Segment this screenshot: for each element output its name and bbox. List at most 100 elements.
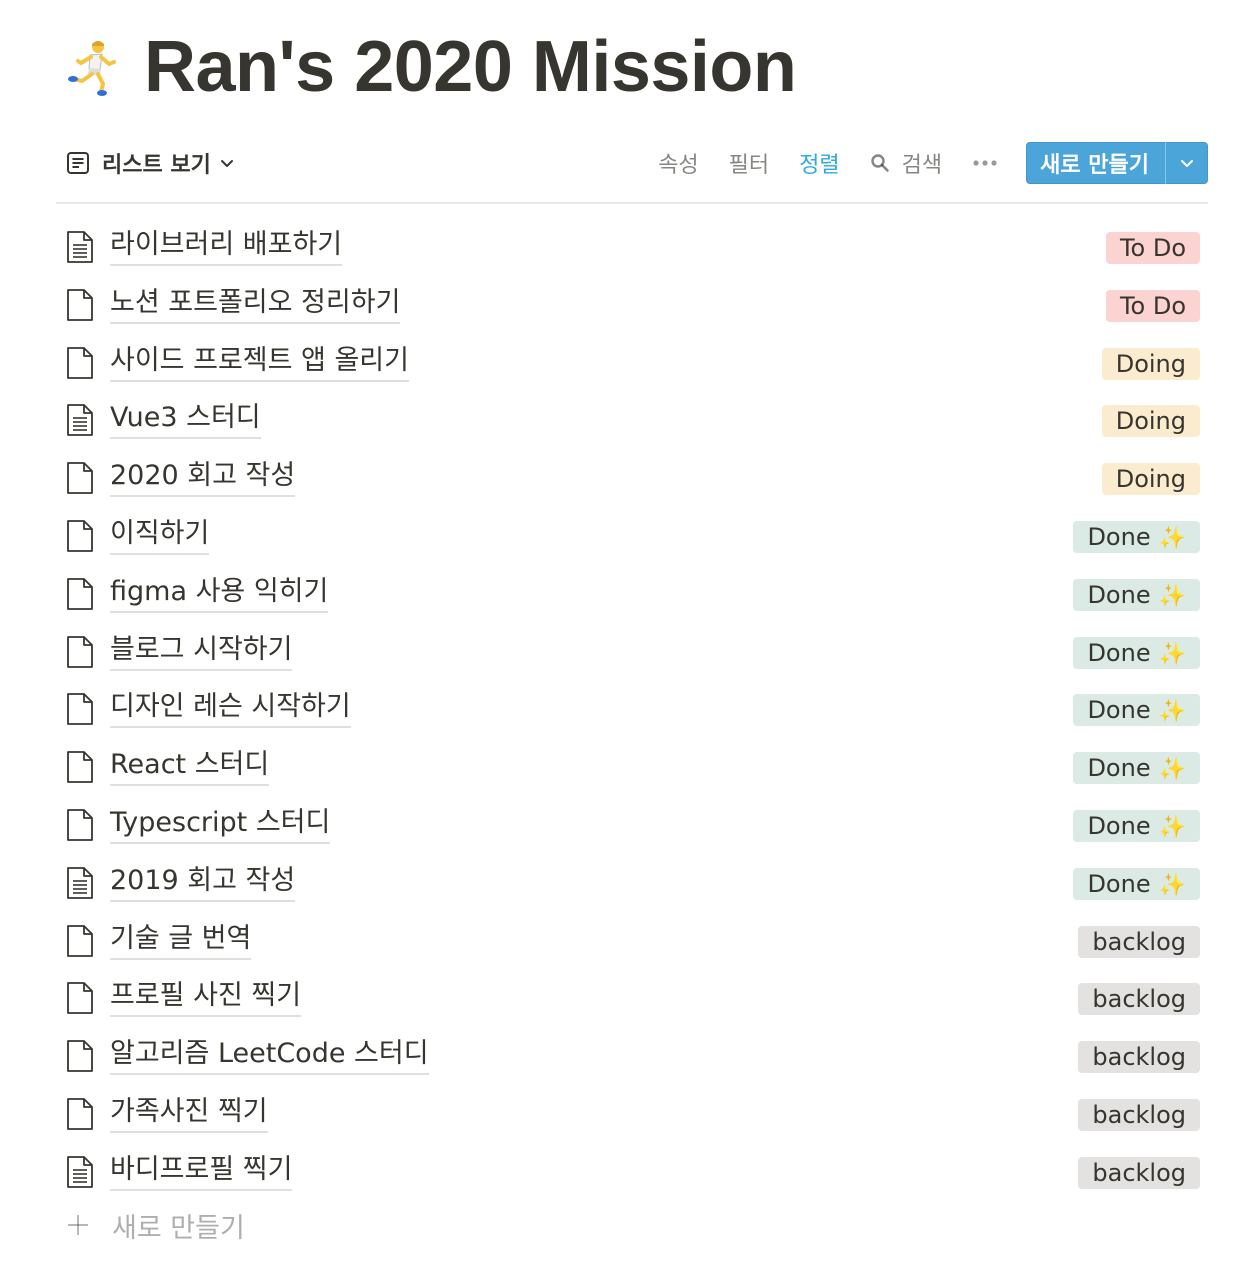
more-options-icon[interactable] [972,159,998,167]
empty-page-icon [67,924,93,957]
status-label: Done [1087,811,1151,840]
item-title[interactable]: 바디프로필 찍기 [110,1151,293,1191]
sparkles-icon: ✨ [1158,525,1186,551]
view-switcher[interactable]: 리스트 보기 [66,146,235,180]
list-item[interactable]: 바디프로필 찍기 backlog [56,1145,1208,1203]
item-title[interactable]: 사이드 프로젝트 앱 올리기 [110,342,409,382]
list-item[interactable]: 라이브러리 배포하기 To Do [56,220,1208,278]
list-item[interactable]: 알고리즘 LeetCode 스터디 backlog [56,1029,1208,1087]
status-tag: Done ✨ [1073,694,1200,727]
sparkles-icon: ✨ [1158,699,1186,725]
status-tag: Done ✨ [1073,636,1200,669]
add-new-label: 새로 만들기 [112,1212,245,1244]
item-title[interactable]: 2020 회고 작성 [110,457,296,498]
status-tag: To Do [1105,289,1200,322]
filter-button[interactable]: 필터 [729,147,769,179]
sparkles-icon: ✨ [1158,814,1186,840]
status-tag: Done ✨ [1073,752,1200,785]
page-with-text-icon [67,231,93,263]
list-item[interactable]: 가족사진 찍기 backlog [56,1087,1208,1145]
empty-page-icon [67,1098,93,1130]
item-title[interactable]: 라이브러리 배포하기 [110,226,343,266]
status-label: backlog [1092,985,1186,1014]
empty-page-icon [67,635,93,668]
item-title[interactable]: 기술 글 번역 [110,920,252,960]
list-item[interactable]: 사이드 프로젝트 앱 올리기 Doing [56,336,1208,394]
item-title[interactable]: 블로그 시작하기 [110,631,293,671]
sparkles-icon: ✨ [1158,757,1186,783]
list-item[interactable]: 2020 회고 작성 Doing [56,451,1208,509]
empty-page-icon [67,288,93,321]
status-label: Done [1087,754,1151,783]
status-tag: Done ✨ [1073,520,1200,553]
chevron-down-icon [1181,160,1193,167]
item-title[interactable]: React 스터디 [110,746,270,787]
sort-button[interactable]: 정렬 [799,147,839,179]
status-label: To Do [1119,291,1186,320]
status-tag: backlog [1078,1041,1200,1074]
item-title[interactable]: 알고리즘 LeetCode 스터디 [110,1035,429,1076]
page-header: Ran's 2020 Mission [62,22,797,112]
list-item[interactable]: Vue3 스터디 Doing [56,393,1208,451]
status-label: Done [1087,869,1151,898]
empty-page-icon [67,577,93,610]
status-label: backlog [1092,1158,1186,1187]
item-title[interactable]: Vue3 스터디 [110,399,261,440]
item-title[interactable]: 디자인 레슨 시작하기 [110,688,351,729]
toolbar-actions: 속성 필터 정렬 검색 새로 만들기 [658,142,1208,184]
empty-page-icon [67,809,93,841]
status-label: backlog [1092,1100,1186,1129]
empty-page-icon [67,520,93,552]
status-label: Done [1087,696,1151,725]
database-toolbar: 리스트 보기 속성 필터 정렬 검색 새로 만들기 [56,140,1208,186]
new-button-group: 새로 만들기 [1026,142,1208,184]
item-title[interactable]: 2019 회고 작성 [110,862,296,902]
status-label: backlog [1092,927,1186,956]
new-button[interactable]: 새로 만들기 [1026,142,1165,184]
status-tag: Done ✨ [1073,809,1200,842]
item-title[interactable]: 이직하기 [110,515,210,555]
status-label: Doing [1115,349,1186,378]
status-tag: Doing [1101,347,1200,380]
view-label: 리스트 보기 [102,153,211,178]
page-with-text-icon [67,866,93,899]
status-tag: backlog [1078,983,1200,1016]
status-label: Done [1087,638,1151,667]
list-item[interactable]: 이직하기 Done ✨ [56,509,1208,567]
toolbar-divider [56,202,1208,204]
item-list: 라이브러리 배포하기 To Do 노션 포트폴리오 정리하기 To Do 사이드 프로젝… [56,220,1208,1203]
status-label: To Do [1119,234,1186,262]
runner-icon[interactable] [62,37,122,97]
search-icon [870,154,889,172]
list-item[interactable]: 기술 글 번역 backlog [56,914,1208,972]
page-title[interactable]: Ran's 2020 Mission [144,26,797,108]
list-item[interactable]: 2019 회고 작성 Done ✨ [56,856,1208,914]
item-title[interactable]: Typescript 스터디 [110,804,331,844]
status-tag: backlog [1078,925,1200,958]
list-view-icon [67,152,89,174]
list-item[interactable]: 디자인 레슨 시작하기 Done ✨ [56,682,1208,740]
empty-page-icon [67,693,93,726]
add-new-row[interactable]: 새로 만들기 [56,1200,245,1250]
sparkles-icon: ✨ [1158,641,1186,667]
search-button[interactable]: 검색 [870,147,942,179]
sparkles-icon: ✨ [1158,872,1186,898]
list-item[interactable]: Typescript 스터디 Done ✨ [56,798,1208,856]
list-item[interactable]: figma 사용 익히기 Done ✨ [56,567,1208,625]
list-item[interactable]: 블로그 시작하기 Done ✨ [56,625,1208,683]
status-label: Doing [1115,465,1186,494]
empty-page-icon [67,982,93,1015]
item-title[interactable]: 가족사진 찍기 [110,1093,268,1133]
status-tag: To Do [1105,232,1200,264]
list-item[interactable]: 프로필 사진 찍기 backlog [56,971,1208,1029]
item-title[interactable]: 노션 포트폴리오 정리하기 [110,284,401,324]
plus-icon [68,1215,88,1235]
list-item[interactable]: 노션 포트폴리오 정리하기 To Do [56,278,1208,336]
properties-button[interactable]: 속성 [658,147,698,179]
new-button-dropdown[interactable] [1166,142,1208,184]
item-title[interactable]: figma 사용 익히기 [110,573,329,613]
item-title[interactable]: 프로필 사진 찍기 [110,977,302,1018]
status-tag: Done ✨ [1073,578,1200,611]
empty-page-icon [67,751,93,784]
list-item[interactable]: React 스터디 Done ✨ [56,740,1208,798]
